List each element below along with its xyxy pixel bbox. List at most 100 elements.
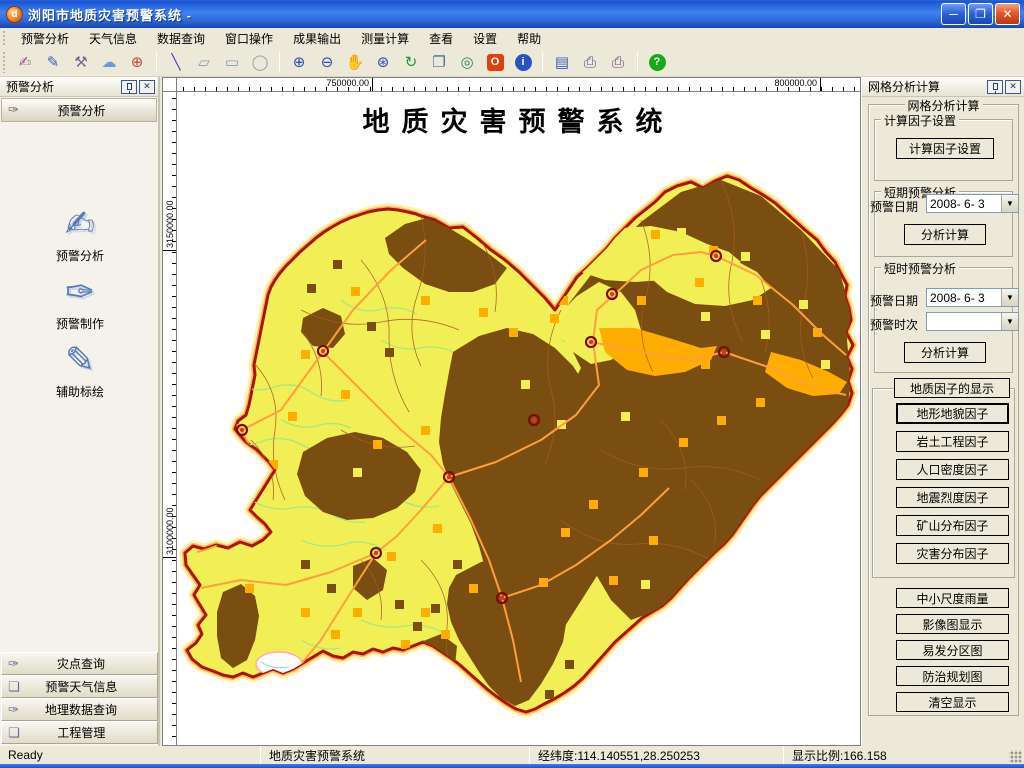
left-panel-pin-icon[interactable] [121,80,137,94]
group-bar-label: 灾点查询 [25,655,137,672]
menu-item-0[interactable]: 预警分析 [11,28,79,49]
menu-item-5[interactable]: 测量计算 [351,28,419,49]
chevron-down-icon[interactable]: ▼ [1001,313,1018,330]
group-bar-warning-weather-info[interactable]: ❏预警天气信息 [1,675,158,698]
short-time-legend: 短时预警分析 [881,260,959,277]
ruler-corner [163,78,177,92]
right-panel-close-icon[interactable]: ✕ [1005,80,1021,94]
print-preview-icon[interactable]: ⎙ [605,50,631,74]
action-button-1[interactable]: 影像图显示 [896,614,1009,634]
sidebar-item-warning-analysis[interactable]: ✍ 预警分析 [0,203,160,264]
paint-brush-icon[interactable]: ✎ [40,50,66,74]
image-view-icon[interactable]: ▤ [549,50,575,74]
pan-icon[interactable]: ✋ [342,50,368,74]
factor-button-3[interactable]: 地震烈度因子 [896,487,1009,508]
resize-grip[interactable] [1009,750,1022,763]
factor-button-0[interactable]: 地形地貌因子 [896,403,1009,424]
globe-icon[interactable]: ◎ [454,50,480,74]
menu-item-4[interactable]: 成果输出 [283,28,351,49]
print-icon[interactable]: ⎙ [577,50,603,74]
status-coordinates: 经纬度:114.140551,28.250253 [530,746,783,764]
left-panel-close-icon[interactable]: ✕ [139,80,155,94]
group-bar-label: 地理数据查询 [25,701,137,718]
zoom-extent-icon[interactable]: ⊛ [370,50,396,74]
line-tool-icon[interactable]: ╲ [163,50,189,74]
action-button-4[interactable]: 清空显示 [896,692,1009,712]
sidebar-item-warning-production[interactable]: ✑预警制作 [0,271,160,332]
chevron-down-icon[interactable]: ▼ [1001,289,1018,306]
polygon-tool-icon[interactable]: ▱ [191,50,217,74]
refresh-icon[interactable]: ↻ [398,50,424,74]
toolbar: ✍✎⚒☁⊕╲▱▭◯⊕⊖✋⊛↻❐◎Oi▤⎙⎙? [0,48,1024,77]
stop-icon[interactable]: O [482,50,508,74]
window-title: 浏阳市地质灾害预警系统 - [28,5,192,24]
group-bar-disaster-point-query[interactable]: ✑灾点查询 [1,652,158,675]
short-time-sequence-combobox[interactable]: ▼ [926,312,1019,331]
zoom-out-icon[interactable]: ⊖ [314,50,340,74]
group-bar-project-management[interactable]: ❏ 工程管理 [1,721,158,744]
rectangle-tool-icon[interactable]: ▭ [219,50,245,74]
action-button-0[interactable]: 中小尺度雨量 [896,588,1009,608]
menu-grip[interactable] [2,30,7,46]
info-icon[interactable]: i [510,50,536,74]
app-logo-icon: d [6,6,23,23]
short-term-date-combobox[interactable]: 2008- 6- 3 ▼ [926,194,1019,213]
ruler-vertical: 3150000.003100000.00 [163,92,177,745]
map-canvas[interactable]: 地质灾害预警系统 [177,92,860,745]
help-icon[interactable]: ? [644,50,670,74]
toolbar-grip[interactable] [2,51,7,73]
sidebar-item-label: 辅助标绘 [0,383,160,400]
left-panel-header: 预警分析 ✕ [0,77,158,97]
left-panel-title: 预警分析 [6,78,119,95]
group-bar-geographic-data-query[interactable]: ✑ 地理数据查询 [1,698,158,721]
status-system-name: 地质灾害预警系统 [261,746,529,764]
close-button[interactable]: ✕ [995,3,1020,25]
toolbar-separator [542,52,543,72]
action-button-3[interactable]: 防治规划图 [896,666,1009,686]
short-time-sequence-label: 预警时次 [870,316,918,333]
copy-layers-icon[interactable]: ❐ [426,50,452,74]
left-panel-subheader[interactable]: ✑ 预警分析 [1,98,157,122]
menu-item-8[interactable]: 帮助 [507,28,551,49]
chevron-down-icon[interactable]: ▼ [1001,195,1018,212]
menu-item-3[interactable]: 窗口操作 [215,28,283,49]
group-bar-label: 预警天气信息 [26,678,137,695]
brush-icon: ✑ [8,102,19,118]
draw-map-icon[interactable]: ✍ [12,50,38,74]
menu-item-7[interactable]: 设置 [463,28,507,49]
menu-item-2[interactable]: 数据查询 [147,28,215,49]
crosshair-icon[interactable]: ⊕ [124,50,150,74]
action-button-2[interactable]: 易发分区图 [896,640,1009,660]
short-term-calc-button[interactable]: 分析计算 [904,224,986,245]
pick-hammer-icon[interactable]: ⚒ [68,50,94,74]
factor-button-1[interactable]: 岩土工程因子 [896,431,1009,452]
group-bar-label: 工程管理 [26,724,137,741]
short-time-date-value: 2008- 6- 3 [927,291,1001,305]
factor-button-5[interactable]: 灾害分布因子 [896,543,1009,564]
short-time-calc-button[interactable]: 分析计算 [904,342,986,363]
factor-setting-button[interactable]: 计算因子设置 [896,138,994,159]
geographic-data-query-icon: ✑ [8,702,19,718]
minimize-button[interactable]: ─ [941,3,966,25]
sidebar-item-label: 预警分析 [0,247,160,264]
warning-analysis-icon: ✍ [0,203,160,245]
left-panel-subheader-label: 预警分析 [25,102,138,119]
geo-factor-header-button[interactable]: 地质因子的显示 [894,378,1010,398]
zoom-in-icon[interactable]: ⊕ [286,50,312,74]
factor-button-2[interactable]: 人口密度因子 [896,459,1009,480]
right-panel-pin-icon[interactable] [987,80,1003,94]
ellipse-tool-icon[interactable]: ◯ [247,50,273,74]
factor-button-4[interactable]: 矿山分布因子 [896,515,1009,536]
auxiliary-plotting-icon: ✎ [0,339,160,381]
toolbar-separator [637,52,638,72]
menu-item-6[interactable]: 查看 [419,28,463,49]
status-display-scale: 显示比例:166.158 [784,746,1024,764]
short-time-date-combobox[interactable]: 2008- 6- 3 ▼ [926,288,1019,307]
restore-button[interactable]: ❐ [968,3,993,25]
project-management-icon: ❏ [8,725,20,741]
toolbar-separator [156,52,157,72]
menu-item-1[interactable]: 天气信息 [79,28,147,49]
cloud-icon[interactable]: ☁ [96,50,122,74]
sidebar-item-auxiliary-plotting[interactable]: ✎ 辅助标绘 [0,339,160,400]
status-bar: Ready 地质灾害预警系统 经纬度:114.140551,28.250253 … [0,746,1024,764]
